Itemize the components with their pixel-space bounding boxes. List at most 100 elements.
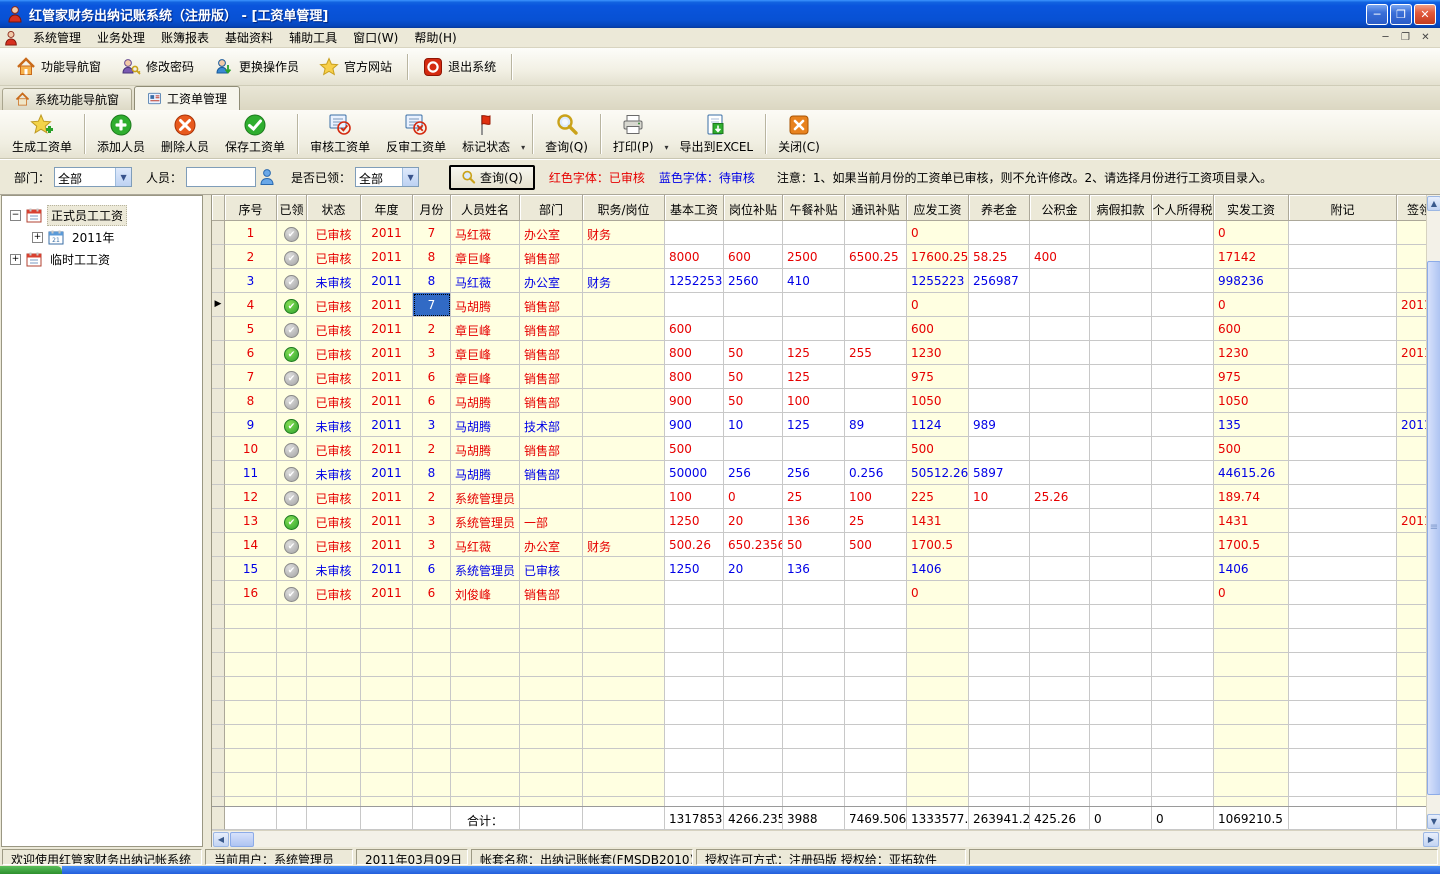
cell-net[interactable]: 189.74 — [1214, 485, 1289, 509]
cell-name[interactable]: 马胡腾 — [451, 389, 520, 413]
cell-sick[interactable] — [1090, 245, 1152, 269]
switch-operator-button[interactable]: 更换操作员 — [204, 52, 309, 82]
cell-base[interactable]: 1250 — [665, 509, 724, 533]
cell-position[interactable] — [583, 413, 665, 437]
cell-note[interactable] — [1289, 341, 1397, 365]
cell-year[interactable]: 2011 — [361, 269, 413, 293]
cell-lunch[interactable]: 410 — [783, 269, 845, 293]
cell-month[interactable]: 6 — [413, 389, 451, 413]
cell-net[interactable]: 998236 — [1214, 269, 1289, 293]
cell-sick[interactable] — [1090, 293, 1152, 317]
cell-year[interactable]: 2011 — [361, 509, 413, 533]
cell-tax[interactable] — [1152, 461, 1214, 485]
cell-name[interactable]: 系统管理员 — [451, 485, 520, 509]
cell-received[interactable]: ✔ — [277, 413, 307, 437]
cell-status[interactable]: 已审核 — [307, 341, 361, 365]
cell-dept[interactable]: 销售部 — [520, 365, 583, 389]
cell-year[interactable]: 2011 — [361, 365, 413, 389]
cell-base[interactable]: 50000 — [665, 461, 724, 485]
query-button[interactable]: 查询(Q) — [537, 110, 596, 158]
cell-fund[interactable] — [1030, 557, 1090, 581]
cell-sick[interactable] — [1090, 365, 1152, 389]
cell-position[interactable] — [583, 485, 665, 509]
cell-comm[interactable]: 25 — [845, 509, 907, 533]
cell-net[interactable]: 1050 — [1214, 389, 1289, 413]
cell-post[interactable] — [724, 317, 783, 341]
save-payroll-button[interactable]: 保存工资单 — [217, 110, 293, 158]
cell-dept[interactable]: 一部 — [520, 509, 583, 533]
cell-dept[interactable]: 销售部 — [520, 293, 583, 317]
mark-status-button[interactable]: 标记状态 — [454, 110, 518, 158]
cell-comm[interactable] — [845, 365, 907, 389]
cell-received[interactable]: ✔ — [277, 389, 307, 413]
cell-name[interactable]: 刘俊峰 — [451, 581, 520, 605]
cell-dept[interactable]: 销售部 — [520, 341, 583, 365]
cell-seq[interactable]: 5 — [225, 317, 277, 341]
cell-pension[interactable] — [969, 533, 1030, 557]
cell-comm[interactable]: 6500.25 — [845, 245, 907, 269]
cell-post[interactable] — [724, 293, 783, 317]
table-row[interactable]: 10✔已审核20112马胡腾销售部500500500 — [212, 437, 1440, 461]
table-row[interactable]: 14✔已审核20113马红薇办公室财务500.26650.23565050017… — [212, 533, 1440, 557]
cell-year[interactable]: 2011 — [361, 437, 413, 461]
cell-name[interactable]: 马红薇 — [451, 221, 520, 245]
cell-month[interactable]: 2 — [413, 437, 451, 461]
cell-dept[interactable]: 销售部 — [520, 389, 583, 413]
cell-dept[interactable] — [520, 485, 583, 509]
cell-seq[interactable]: 14 — [225, 533, 277, 557]
cell-year[interactable]: 2011 — [361, 389, 413, 413]
delete-person-button[interactable]: 删除人员 — [153, 110, 217, 158]
cell-sick[interactable] — [1090, 389, 1152, 413]
cell-base[interactable]: 1250 — [665, 557, 724, 581]
cell-post[interactable]: 50 — [724, 341, 783, 365]
cell-dept[interactable]: 销售部 — [520, 581, 583, 605]
cell-month[interactable]: 7 — [413, 221, 451, 245]
column-header-note[interactable]: 附记 — [1289, 195, 1397, 221]
cell-net[interactable]: 44615.26 — [1214, 461, 1289, 485]
vertical-scroll-thumb[interactable] — [1427, 261, 1440, 795]
scroll-up-arrow[interactable]: ▲ — [1427, 196, 1440, 211]
cell-month[interactable]: 3 — [413, 509, 451, 533]
cell-sick[interactable] — [1090, 485, 1152, 509]
cell-status[interactable]: 未审核 — [307, 557, 361, 581]
cell-position[interactable] — [583, 509, 665, 533]
generate-payroll-button[interactable]: 生成工资单 — [4, 110, 80, 158]
column-header-post[interactable]: 岗位补贴 — [724, 195, 783, 221]
cell-lunch[interactable]: 136 — [783, 509, 845, 533]
cell-received[interactable]: ✔ — [277, 533, 307, 557]
cell-pension[interactable] — [969, 317, 1030, 341]
cell-received[interactable]: ✔ — [277, 461, 307, 485]
close-button[interactable]: ✕ — [1414, 4, 1436, 25]
cell-net[interactable]: 1230 — [1214, 341, 1289, 365]
cell-tax[interactable] — [1152, 221, 1214, 245]
minimize-button[interactable]: ─ — [1366, 4, 1388, 25]
menu-business[interactable]: 业务处理 — [89, 27, 153, 48]
cell-gross[interactable]: 0 — [907, 581, 969, 605]
menu-reports[interactable]: 账簿报表 — [153, 27, 217, 48]
cell-position[interactable] — [583, 389, 665, 413]
cell-name[interactable]: 马胡腾 — [451, 437, 520, 461]
cell-net[interactable]: 0 — [1214, 581, 1289, 605]
cell-sick[interactable] — [1090, 581, 1152, 605]
cell-pension[interactable] — [969, 221, 1030, 245]
cell-base[interactable]: 900 — [665, 413, 724, 437]
cell-tax[interactable] — [1152, 317, 1214, 341]
cell-dept[interactable]: 技术部 — [520, 413, 583, 437]
mark-status-dropdown-arrow[interactable]: ▾ — [518, 110, 528, 158]
column-header-received[interactable]: 已领 — [277, 195, 307, 221]
cell-month[interactable]: 6 — [413, 581, 451, 605]
table-row[interactable]: 16✔已审核20116刘俊峰销售部00 — [212, 581, 1440, 605]
cell-post[interactable] — [724, 581, 783, 605]
cell-sick[interactable] — [1090, 509, 1152, 533]
cell-name[interactable]: 马胡腾 — [451, 293, 520, 317]
cell-received[interactable]: ✔ — [277, 581, 307, 605]
cell-name[interactable]: 章巨峰 — [451, 245, 520, 269]
cell-net[interactable]: 1431 — [1214, 509, 1289, 533]
cell-note[interactable] — [1289, 533, 1397, 557]
cell-tax[interactable] — [1152, 485, 1214, 509]
cell-seq[interactable]: 6 — [225, 341, 277, 365]
cell-month[interactable]: 7 — [413, 293, 451, 317]
column-header-base[interactable]: 基本工资 — [665, 195, 724, 221]
cell-note[interactable] — [1289, 245, 1397, 269]
table-row[interactable]: 3✔未审核20118马红薇办公室财务1252253256041012552232… — [212, 269, 1440, 293]
